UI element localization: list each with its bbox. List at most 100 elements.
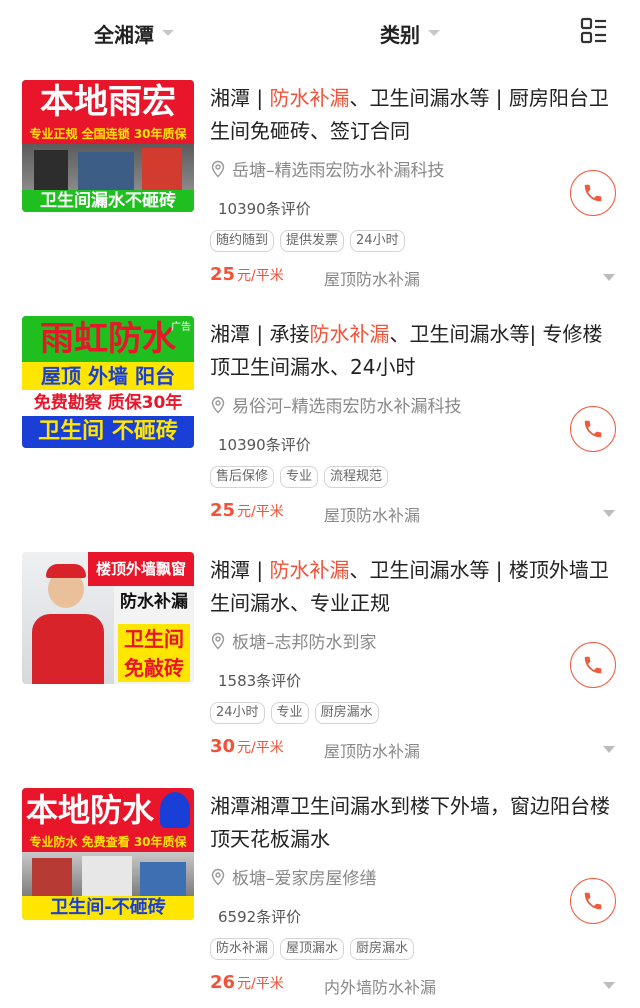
- item-title[interactable]: 湘潭 | 防水补漏、卫生间漏水等 | 楼顶外墙卫生间漏水、专业正规: [210, 554, 610, 620]
- item-thumbnail[interactable]: 楼顶外墙飘窗 防水补漏 卫生间 免敲砖: [22, 552, 194, 684]
- ad-badge: 广告: [171, 322, 191, 333]
- item-location: 板塘–志邦防水到家: [210, 628, 377, 653]
- item-title-pre: 湘潭湘潭卫生间漏水到楼下外墙，窗边阳台楼顶天花板漏水: [210, 794, 610, 851]
- item-thumbnail[interactable]: 本地雨宏 专业正规 全国连锁 30年质保 卫生间漏水不砸砖: [22, 80, 194, 212]
- item-tag: 随约随到: [210, 230, 275, 252]
- filter-area-dropdown[interactable]: 全湘潭: [94, 18, 174, 48]
- expand-caret-icon[interactable]: [603, 982, 615, 989]
- item-tags: 24小时 专业 厨房漏水: [210, 702, 379, 724]
- item-price-value: 30: [210, 736, 236, 757]
- item-location: 岳塘–精选雨宏防水补漏科技: [210, 156, 445, 181]
- item-price: 25 元/平米: [210, 500, 284, 521]
- filter-category-label: 类别: [380, 22, 420, 47]
- item-tag: 24小时: [210, 702, 265, 724]
- item-category: 屋顶防水补漏: [324, 506, 421, 525]
- location-pin-icon: [211, 632, 225, 649]
- item-tag: 屋顶漏水: [280, 938, 345, 960]
- thumb-bottom-line: 卫生间漏水不砸砖: [22, 190, 194, 212]
- item-location: 板塘–爱家房屋修缮: [210, 864, 377, 889]
- item-reviews: 10390条评价: [218, 200, 311, 218]
- item-price-value: 25: [210, 264, 236, 285]
- item-location-text: 易俗河–精选雨宏防水补漏科技: [232, 397, 462, 417]
- item-tags: 售后保修 专业 流程规范: [210, 466, 389, 488]
- item-tag: 流程规范: [324, 466, 389, 488]
- thumb-photo: [22, 852, 194, 896]
- call-button[interactable]: [570, 170, 616, 216]
- item-price-unit: 元/平米: [237, 504, 284, 520]
- expand-caret-icon[interactable]: [603, 746, 615, 753]
- item-tag: 24小时: [350, 230, 405, 252]
- filter-area-label: 全湘潭: [94, 22, 154, 47]
- thumb-headline: 本地雨宏: [22, 80, 194, 124]
- item-title-highlight: 防水补漏: [309, 322, 390, 346]
- thumb-promo: 免费勘察 质保30年: [22, 390, 194, 416]
- item-price-value: 26: [210, 972, 236, 993]
- chevron-down-icon: [428, 30, 440, 36]
- list-item[interactable]: 雨虹防水 广告 屋顶 外墙 阳台 免费勘察 质保30年 卫生间 不砸砖 湘潭 |…: [0, 300, 640, 536]
- item-price-value: 25: [210, 500, 236, 521]
- expand-caret-icon[interactable]: [603, 510, 615, 517]
- item-thumbnail[interactable]: 雨虹防水 广告 屋顶 外墙 阳台 免费勘察 质保30年 卫生间 不砸砖: [22, 316, 194, 448]
- location-pin-icon: [211, 160, 225, 177]
- thumb-subline: 屋顶 外墙 阳台: [22, 362, 194, 390]
- expand-caret-icon[interactable]: [603, 274, 615, 281]
- thumb-bottom-line: 卫生间-不砸砖: [22, 896, 194, 920]
- call-button[interactable]: [570, 878, 616, 924]
- item-reviews: 10390条评价: [218, 436, 311, 454]
- thumb-subline: 专业正规 全国连锁 30年质保: [22, 124, 194, 144]
- item-title-pre: 湘潭 |: [210, 86, 270, 110]
- location-pin-icon: [211, 868, 225, 885]
- service-list: 本地雨宏 专业正规 全国连锁 30年质保 卫生间漏水不砸砖 湘潭 | 防水补漏、…: [0, 64, 640, 1008]
- item-price: 25 元/平米: [210, 264, 284, 285]
- item-tag: 专业: [280, 466, 319, 488]
- thumb-headline: 雨虹防水: [22, 316, 194, 362]
- item-title[interactable]: 湘潭 | 承接防水补漏、卫生间漏水等| 专修楼顶卫生间漏水、24小时: [210, 318, 610, 384]
- item-location-text: 岳塘–精选雨宏防水补漏科技: [232, 161, 445, 181]
- chevron-down-icon: [162, 30, 174, 36]
- item-price-unit: 元/平米: [237, 740, 284, 756]
- phone-icon: [584, 184, 602, 202]
- item-category: 屋顶防水补漏: [324, 270, 421, 289]
- item-title-highlight: 防水补漏: [269, 558, 350, 582]
- item-tags: 防水补漏 屋顶漏水 厨房漏水: [210, 938, 415, 960]
- item-tag: 防水补漏: [210, 938, 275, 960]
- list-item[interactable]: 本地防水 专业防水 免费查看 30年质保 卫生间-不砸砖 湘潭湘潭卫生间漏水到楼…: [0, 772, 640, 1008]
- phone-icon: [584, 656, 602, 674]
- call-button[interactable]: [570, 406, 616, 452]
- item-category: 内外墙防水补漏: [324, 978, 437, 997]
- list-layout-icon[interactable]: [580, 16, 608, 46]
- item-price: 26 元/平米: [210, 972, 284, 993]
- thumb-bottom-line: 免敲砖: [118, 654, 190, 682]
- item-tags: 随约随到 提供发票 24小时: [210, 230, 405, 252]
- thumb-headline: 楼顶外墙飘窗: [88, 552, 194, 586]
- item-title-pre: 湘潭 | 承接: [210, 322, 310, 346]
- call-button[interactable]: [570, 642, 616, 688]
- thumb-subline: 防水补漏: [120, 592, 188, 612]
- thumb-bottom-line: 卫生间 不砸砖: [22, 416, 194, 448]
- location-pin-icon: [211, 396, 225, 413]
- item-category: 屋顶防水补漏: [324, 742, 421, 761]
- filter-bar: 全湘潭 类别: [0, 0, 640, 64]
- item-location-text: 板塘–志邦防水到家: [232, 633, 377, 653]
- item-price: 30 元/平米: [210, 736, 284, 757]
- thumb-photo: [22, 144, 194, 190]
- item-location-text: 板塘–爱家房屋修缮: [232, 869, 377, 889]
- item-tag: 厨房漏水: [350, 938, 415, 960]
- list-item[interactable]: 楼顶外墙飘窗 防水补漏 卫生间 免敲砖 湘潭 | 防水补漏、卫生间漏水等 | 楼…: [0, 536, 640, 772]
- item-tag: 售后保修: [210, 466, 275, 488]
- item-tag: 厨房漏水: [314, 702, 379, 724]
- list-item[interactable]: 本地雨宏 专业正规 全国连锁 30年质保 卫生间漏水不砸砖 湘潭 | 防水补漏、…: [0, 64, 640, 300]
- mascot-icon: [160, 792, 190, 828]
- item-title[interactable]: 湘潭 | 防水补漏、卫生间漏水等 | 厨房阳台卫生间免砸砖、签订合同: [210, 82, 610, 148]
- phone-icon: [584, 892, 602, 910]
- item-location: 易俗河–精选雨宏防水补漏科技: [210, 392, 462, 417]
- thumb-subline: 专业防水 免费查看 30年质保: [22, 832, 194, 852]
- item-price-unit: 元/平米: [237, 976, 284, 992]
- item-thumbnail[interactable]: 本地防水 专业防水 免费查看 30年质保 卫生间-不砸砖: [22, 788, 194, 920]
- item-title-highlight: 防水补漏: [269, 86, 350, 110]
- item-title[interactable]: 湘潭湘潭卫生间漏水到楼下外墙，窗边阳台楼顶天花板漏水: [210, 790, 610, 856]
- thumb-promo: 卫生间: [118, 624, 190, 654]
- phone-icon: [584, 420, 602, 438]
- filter-category-dropdown[interactable]: 类别: [380, 18, 440, 48]
- item-price-unit: 元/平米: [237, 268, 284, 284]
